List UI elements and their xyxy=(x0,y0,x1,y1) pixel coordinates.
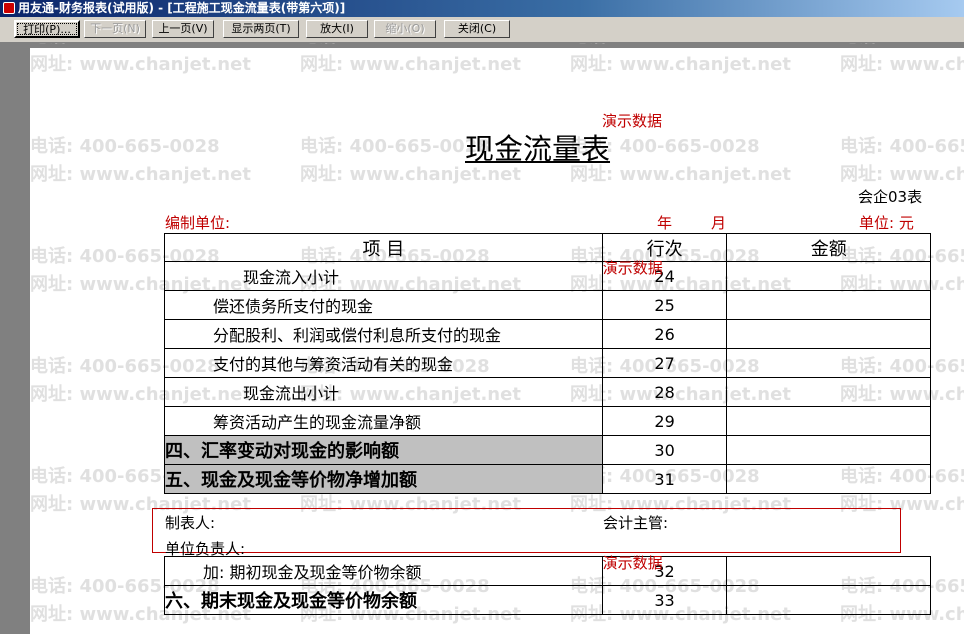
row-item: 加: 期初现金及现金等价物余额 xyxy=(164,556,603,586)
row-number: 29 xyxy=(601,406,728,436)
cash-balance-table: 加: 期初现金及现金等价物余额 32 演示数据 六、期末现金及现金等价物余额 33 xyxy=(164,554,931,615)
currency-unit-label: 单位: 元 xyxy=(859,214,914,232)
row-number: 33 xyxy=(601,585,728,615)
window-title-bar[interactable]: 用友通-财务报表(试用版) - [工程施工现金流量表(带第六项)] xyxy=(0,0,964,17)
report-page: 电话: 400-665-0028 电话: 400-665-0028 电话: 40… xyxy=(30,43,964,634)
form-code: 会企03表 xyxy=(858,188,923,206)
table-row: 四、汇率变动对现金的影响额 30 xyxy=(164,435,931,465)
watermark-site: 网址: www.chanjet.net xyxy=(30,54,251,75)
watermark-site: 网址: www.chanjet.net xyxy=(570,54,791,75)
table-row: 筹资活动产生的现金流量净额 29 xyxy=(164,406,931,436)
row-item: 四、汇率变动对现金的影响额 xyxy=(164,435,603,465)
table-row: 支付的其他与筹资活动有关的现金 27 xyxy=(164,348,931,378)
row-item: 现金流出小计 xyxy=(164,377,603,407)
close-button[interactable]: 关闭(C) xyxy=(444,20,510,38)
row-number-cell: 32 演示数据 xyxy=(601,554,728,586)
row-number-cell: 24 演示数据 xyxy=(601,259,728,291)
row-amount[interactable] xyxy=(726,464,931,494)
watermark-site: 网址: www.chanjet.net xyxy=(840,54,964,75)
watermark-site: 网址: www.chanjet.net xyxy=(300,54,521,75)
table-row: 六、期末现金及现金等价物余额 33 xyxy=(164,585,931,615)
preparer-label: 制表人: xyxy=(165,514,216,532)
window-title: 用友通-财务报表(试用版) - [工程施工现金流量表(带第六项)] xyxy=(18,1,346,15)
print-preview-area[interactable]: 电话: 400-665-0028 电话: 400-665-0028 电话: 40… xyxy=(0,43,964,634)
print-button[interactable]: 打印(P)... xyxy=(14,20,80,38)
next-page-button[interactable]: 下一页(N) xyxy=(84,20,146,38)
preview-toolbar: 打印(P)... 下一页(N) 上一页(V) 显示两页(T) 放大(I) 缩小(… xyxy=(0,17,964,43)
row-item: 六、期末现金及现金等价物余额 xyxy=(164,585,603,615)
row-number: 31 xyxy=(601,464,728,494)
month-label: 月 xyxy=(711,214,727,232)
row-item: 支付的其他与筹资活动有关的现金 xyxy=(164,348,603,378)
signature-box xyxy=(152,508,901,553)
demo-data-label: 演示数据 xyxy=(602,554,663,572)
header-item: 项 目 xyxy=(164,233,603,262)
row-item: 现金流入小计 xyxy=(164,261,603,291)
two-pages-button[interactable]: 显示两页(T) xyxy=(223,20,299,38)
compiling-unit-label: 编制单位: xyxy=(165,214,231,232)
demo-data-label: 演示数据 xyxy=(602,259,663,277)
watermark-phone: 电话: 400-665-0028 xyxy=(570,43,760,48)
table-row: 分配股利、利润或偿付利息所支付的现金 26 xyxy=(164,319,931,349)
table-row: 加: 期初现金及现金等价物余额 32 演示数据 xyxy=(164,554,931,586)
report-title: 现金流量表 xyxy=(465,132,611,166)
table-header-row: 项 目 行次 金额 xyxy=(164,233,931,262)
row-item: 筹资活动产生的现金流量净额 xyxy=(164,406,603,436)
row-amount[interactable] xyxy=(726,556,931,586)
row-amount[interactable] xyxy=(726,435,931,465)
row-number: 25 xyxy=(601,290,728,320)
watermark-site: 网址: www.chanjet.net xyxy=(30,164,251,185)
row-item: 分配股利、利润或偿付利息所支付的现金 xyxy=(164,319,603,349)
row-item: 五、现金及现金等价物净增加额 xyxy=(164,464,603,494)
zoom-in-button[interactable]: 放大(I) xyxy=(306,20,368,38)
table-row: 偿还债务所支付的现金 25 xyxy=(164,290,931,320)
header-amount: 金额 xyxy=(726,233,931,262)
app-icon[interactable] xyxy=(3,2,15,14)
row-amount[interactable] xyxy=(726,319,931,349)
zoom-out-button[interactable]: 缩小(O) xyxy=(374,20,436,38)
demo-data-label: 演示数据 xyxy=(602,112,663,130)
watermark-phone: 电话: 400-665-0028 xyxy=(840,43,964,48)
watermark-phone: 电话: 400-665-0028 xyxy=(30,43,220,48)
row-number: 26 xyxy=(601,319,728,349)
year-label: 年 xyxy=(657,214,673,232)
watermark-phone: 电话: 400-665-0028 xyxy=(300,43,490,48)
row-amount[interactable] xyxy=(726,585,931,615)
watermark-phone: 电话: 400-665-0028 xyxy=(840,136,964,157)
chief-accountant-label: 会计主管: xyxy=(603,514,669,532)
watermark-site: 网址: www.chanjet.net xyxy=(840,164,964,185)
row-amount[interactable] xyxy=(726,348,931,378)
watermark-phone: 电话: 400-665-0028 xyxy=(300,136,490,157)
table-row: 现金流入小计 24 演示数据 xyxy=(164,259,931,291)
prev-page-button[interactable]: 上一页(V) xyxy=(152,20,214,38)
row-amount[interactable] xyxy=(726,406,931,436)
row-amount[interactable] xyxy=(726,290,931,320)
row-number: 28 xyxy=(601,377,728,407)
row-amount[interactable] xyxy=(726,261,931,291)
row-item: 偿还债务所支付的现金 xyxy=(164,290,603,320)
row-number: 30 xyxy=(601,435,728,465)
table-row: 现金流出小计 28 xyxy=(164,377,931,407)
table-row: 五、现金及现金等价物净增加额 31 xyxy=(164,464,931,494)
row-number: 27 xyxy=(601,348,728,378)
watermark-phone: 电话: 400-665-0028 xyxy=(30,136,220,157)
cash-flow-table: 项 目 行次 金额 现金流入小计 24 演示数据 偿还债务所支付的现金 25 分配… xyxy=(164,233,931,494)
row-amount[interactable] xyxy=(726,377,931,407)
